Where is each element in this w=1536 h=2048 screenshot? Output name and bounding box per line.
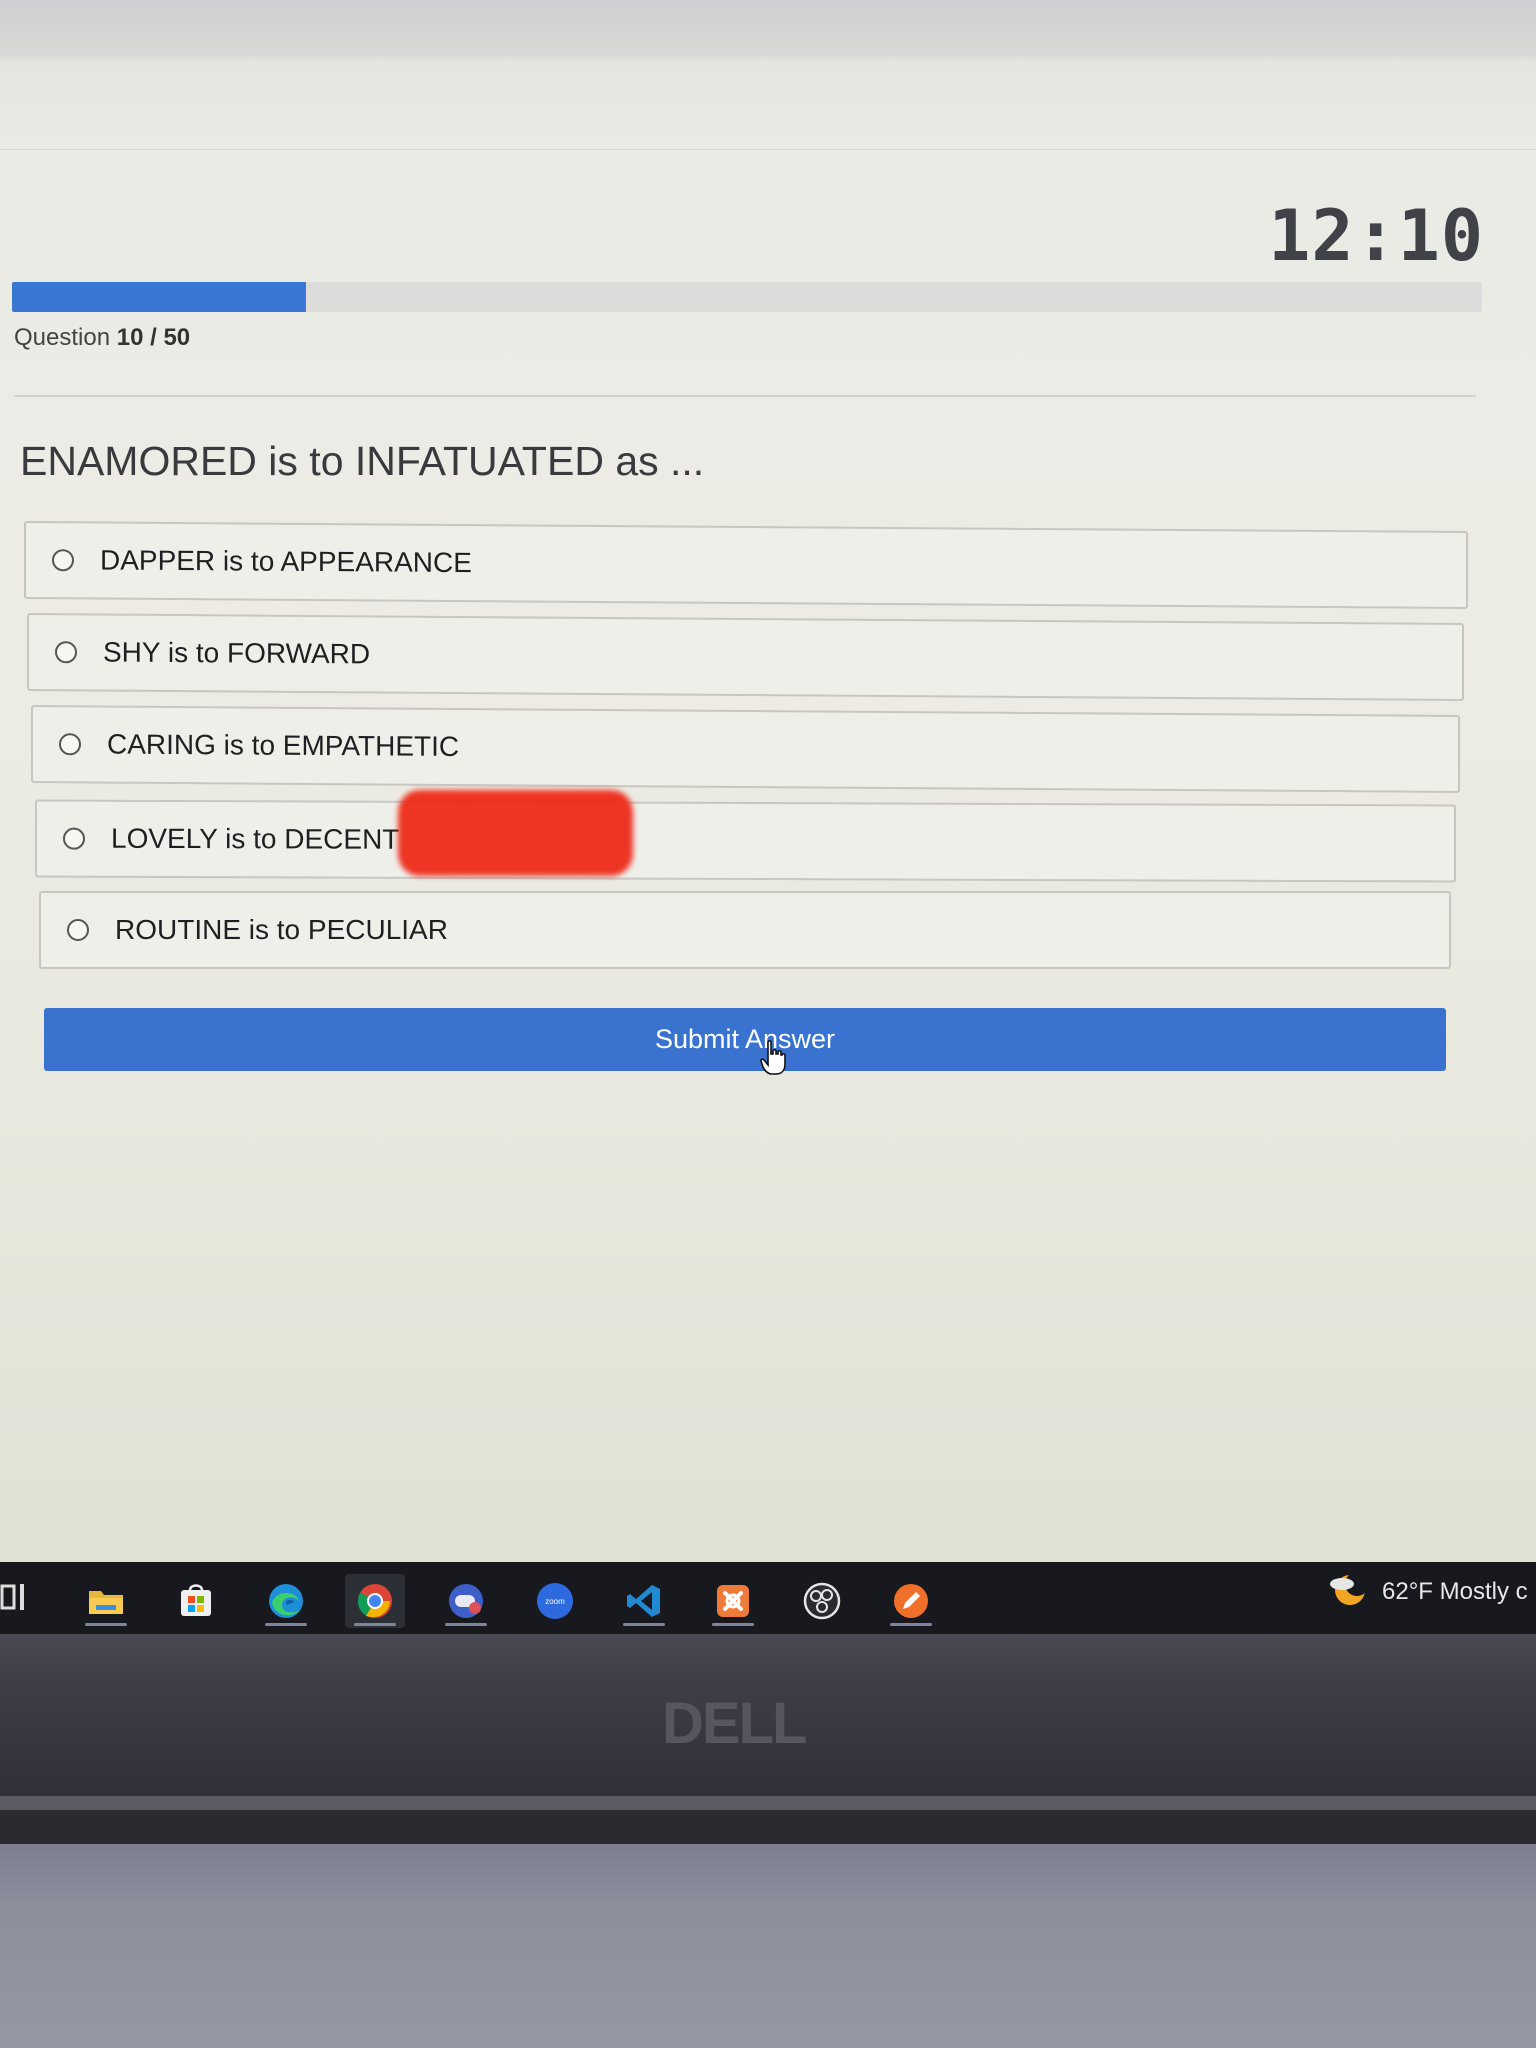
answer-option-label: SHY is to FORWARD <box>103 636 371 670</box>
radio-button[interactable] <box>52 549 74 572</box>
answer-option-label: LOVELY is to DECENT <box>111 822 400 855</box>
countdown-timer: 12:10 <box>1268 195 1484 277</box>
obs-icon <box>803 1582 841 1620</box>
partly-cloudy-night-icon <box>1330 1572 1369 1605</box>
pen-app-icon <box>894 1584 928 1618</box>
answer-option[interactable]: CARING is to EMPATHETIC <box>31 705 1460 793</box>
running-indicator <box>623 1623 665 1626</box>
microsoft-store-icon <box>181 1584 211 1616</box>
bezel-edge <box>0 1796 1536 1810</box>
taskbar-file-explorer[interactable] <box>76 1574 136 1628</box>
question-counter-separator: / <box>143 324 164 351</box>
question-counter: Question 10 / 50 <box>14 324 190 352</box>
answer-option-label: CARING is to EMPATHETIC <box>107 728 460 763</box>
screen: 12:10 Question 10 / 50 ENAMORED is to IN… <box>0 0 1536 1562</box>
question-counter-current: 10 <box>116 324 144 351</box>
radio-button[interactable] <box>55 641 77 664</box>
browser-chrome-edge <box>0 0 1536 150</box>
question-text: ENAMORED is to INFATUATED as ... <box>20 438 705 484</box>
game-app-icon <box>449 1584 483 1618</box>
chrome-icon <box>357 1584 392 1618</box>
bezel-lower <box>0 1810 1536 1844</box>
radio-button[interactable] <box>67 919 89 941</box>
zoom-icon-label: zoom <box>545 1597 565 1606</box>
taskbar-xampp[interactable] <box>703 1574 763 1628</box>
weather-text: 62°F Mostly c <box>1382 1578 1528 1605</box>
running-indicator <box>85 1623 127 1626</box>
progress-bar <box>12 282 1482 312</box>
answer-option[interactable]: ROUTINE is to PECULIAR <box>39 891 1451 969</box>
answer-option[interactable]: LOVELY is to DECENT <box>35 799 1456 883</box>
radio-button[interactable] <box>59 733 81 756</box>
submit-answer-button[interactable]: Submit Answer <box>44 1008 1446 1071</box>
taskbar-edge[interactable] <box>256 1574 316 1628</box>
taskbar-pen-app[interactable] <box>881 1574 941 1628</box>
desk-surface <box>0 1844 1536 2048</box>
taskbar: zoom <box>0 1562 1536 1634</box>
question-counter-total: 50 <box>163 324 191 351</box>
vscode-icon <box>627 1585 660 1617</box>
running-indicator <box>712 1623 754 1626</box>
taskbar-zoom[interactable]: zoom <box>525 1574 585 1628</box>
taskbar-store[interactable] <box>166 1574 226 1628</box>
taskbar-game-app[interactable] <box>436 1574 496 1628</box>
hand-cursor-icon <box>760 1040 786 1075</box>
answer-option[interactable]: DAPPER is to APPEARANCE <box>24 520 1468 610</box>
running-indicator <box>354 1623 396 1626</box>
xampp-icon <box>717 1585 749 1617</box>
edge-icon <box>269 1584 303 1618</box>
answer-option-label: DAPPER is to APPEARANCE <box>100 544 472 579</box>
zoom-icon: zoom <box>537 1583 573 1619</box>
radio-button[interactable] <box>63 827 85 850</box>
running-indicator <box>265 1623 307 1626</box>
file-explorer-icon <box>89 1591 123 1614</box>
question-counter-prefix: Question <box>14 324 117 351</box>
dell-logo: DELL <box>662 1691 807 1756</box>
answer-option[interactable]: SHY is to FORWARD <box>27 612 1464 702</box>
taskbar-obs[interactable] <box>792 1574 852 1628</box>
weather-widget[interactable]: 62°F Mostly c <box>1326 1572 1528 1612</box>
running-indicator <box>890 1623 932 1626</box>
progress-bar-fill <box>12 282 306 312</box>
answer-option-label: ROUTINE is to PECULIAR <box>115 914 448 945</box>
divider <box>14 395 1476 397</box>
task-view-icon[interactable] <box>0 1580 30 1614</box>
running-indicator <box>445 1623 487 1626</box>
taskbar-vscode[interactable] <box>614 1574 674 1628</box>
taskbar-chrome[interactable] <box>345 1574 405 1628</box>
red-redaction-mark <box>398 790 633 876</box>
